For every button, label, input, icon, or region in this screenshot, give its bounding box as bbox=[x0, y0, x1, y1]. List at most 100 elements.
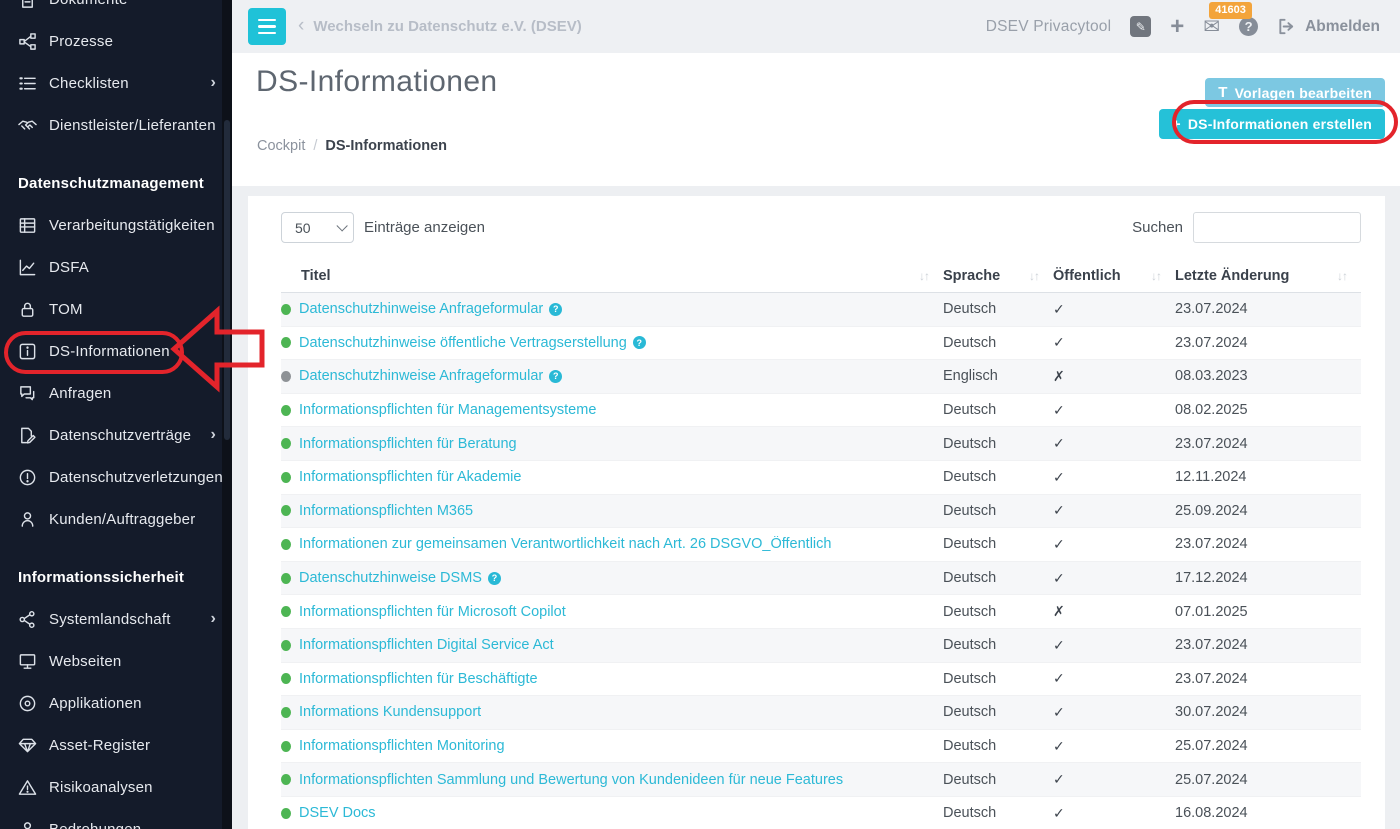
row-title-link[interactable]: Datenschutzhinweise DSMS bbox=[299, 570, 482, 586]
language-cell: Deutsch bbox=[943, 335, 1053, 351]
list-icon bbox=[18, 74, 37, 93]
sidebar-item-dokumente[interactable]: Dokumente bbox=[0, 0, 232, 20]
table-row: Datenschutzhinweise Anfrageformular?Deut… bbox=[281, 293, 1361, 327]
sidebar-item-dsfa[interactable]: DSFA bbox=[0, 246, 232, 288]
logout-button[interactable]: Abmelden bbox=[1277, 17, 1380, 36]
notification-badge: 41603 bbox=[1209, 2, 1252, 19]
row-title-link[interactable]: DSEV Docs bbox=[299, 805, 376, 821]
sidebar-item-anfragen[interactable]: Anfragen bbox=[0, 372, 232, 414]
table-row: Informationspflichten für AkademieDeutsc… bbox=[281, 461, 1361, 495]
file-signature-icon bbox=[18, 426, 37, 445]
sidebar-item-verarbeitungstätigkeiten[interactable]: Verarbeitungstätigkeiten bbox=[0, 204, 232, 246]
sidebar-item-label: Dokumente bbox=[49, 0, 128, 8]
sidebar-item-risikoanalysen[interactable]: Risikoanalysen bbox=[0, 766, 232, 808]
sidebar-item-asset-register[interactable]: Asset-Register bbox=[0, 724, 232, 766]
row-title-link[interactable]: Informationspflichten M365 bbox=[299, 503, 473, 519]
plus-icon[interactable]: + bbox=[1170, 15, 1184, 39]
row-title-link[interactable]: Informationspflichten Sammlung und Bewer… bbox=[299, 772, 843, 788]
sort-icon: ↓↑ bbox=[1337, 269, 1347, 283]
handshake-icon bbox=[18, 116, 37, 135]
help-icon[interactable]: ? bbox=[1239, 17, 1258, 36]
sidebar-item-applikationen[interactable]: Applikationen bbox=[0, 682, 232, 724]
status-dot-green bbox=[281, 673, 291, 684]
page-length-select[interactable]: 50 bbox=[281, 212, 354, 243]
status-dot-green bbox=[281, 774, 291, 785]
sidebar-item-datenschutzverträge[interactable]: Datenschutzverträge› bbox=[0, 414, 232, 456]
table-row: Informationspflichten für BeratungDeutsc… bbox=[281, 427, 1361, 461]
help-icon[interactable]: ? bbox=[488, 572, 501, 585]
column-header-öffentlich[interactable]: Öffentlich↓↑ bbox=[1053, 268, 1175, 284]
search-input[interactable] bbox=[1193, 212, 1361, 243]
sidebar-item-label: Dienstleister/Lieferanten bbox=[49, 117, 216, 134]
switch-client-label: Wechseln zu Datenschutz e.V. (DSEV) bbox=[313, 18, 581, 35]
sidebar-scrollbar-thumb[interactable] bbox=[224, 120, 230, 440]
table-row: Informationspflichten für Managementsyst… bbox=[281, 394, 1361, 428]
help-icon[interactable]: ? bbox=[633, 336, 646, 349]
last-modified-cell: 16.08.2024 bbox=[1175, 805, 1361, 821]
gem-icon bbox=[18, 736, 37, 755]
text-icon: T bbox=[1218, 84, 1227, 101]
row-title-link[interactable]: Informationspflichten Monitoring bbox=[299, 738, 505, 754]
sidebar-scrollbar[interactable] bbox=[222, 0, 232, 829]
table-header: Titel↓↑Sprache↓↑Öffentlich↓↑Letzte Änder… bbox=[281, 260, 1361, 293]
sidebar-item-label: Datenschutzverträge bbox=[49, 427, 191, 444]
sidebar-item-checklisten[interactable]: Checklisten› bbox=[0, 62, 232, 104]
row-title-link[interactable]: Datenschutzhinweise Anfrageformular bbox=[299, 301, 543, 317]
edit-icon[interactable]: ✎ bbox=[1130, 16, 1151, 37]
help-icon[interactable]: ? bbox=[549, 370, 562, 383]
column-header-sprache[interactable]: Sprache↓↑ bbox=[943, 268, 1053, 284]
row-title-link[interactable]: Informationspflichten Digital Service Ac… bbox=[299, 637, 554, 653]
sidebar-item-kunden-auftraggeber[interactable]: Kunden/Auftraggeber bbox=[0, 498, 232, 540]
row-title-link[interactable]: Informationspflichten für Managementsyst… bbox=[299, 402, 596, 418]
flow-icon bbox=[18, 32, 37, 51]
last-modified-cell: 17.12.2024 bbox=[1175, 570, 1361, 586]
row-title-link[interactable]: Informationen zur gemeinsamen Verantwort… bbox=[299, 536, 831, 552]
row-title-link[interactable]: Informations Kundensupport bbox=[299, 704, 481, 720]
sidebar-item-label: Verarbeitungstätigkeiten bbox=[49, 217, 215, 234]
last-modified-cell: 30.07.2024 bbox=[1175, 704, 1361, 720]
row-title-link[interactable]: Informationspflichten für Beratung bbox=[299, 436, 517, 452]
sidebar-item-datenschutzverletzungen[interactable]: Datenschutzverletzungen bbox=[0, 456, 232, 498]
breadcrumb-current: DS-Informationen bbox=[325, 138, 447, 154]
disc-icon bbox=[18, 694, 37, 713]
row-title-link[interactable]: Informationspflichten für Akademie bbox=[299, 469, 521, 485]
table-row: Informationspflichten Digital Service Ac… bbox=[281, 629, 1361, 663]
monitor-icon bbox=[18, 652, 37, 671]
sidebar-item-bedrohungen[interactable]: Bedrohungen bbox=[0, 808, 232, 829]
row-title-link[interactable]: Datenschutzhinweise Anfrageformular bbox=[299, 368, 543, 384]
hamburger-menu-button[interactable] bbox=[248, 8, 286, 45]
sidebar-item-systemlandschaft[interactable]: Systemlandschaft› bbox=[0, 598, 232, 640]
row-title-link[interactable]: Informationspflichten für Beschäftigte bbox=[299, 671, 538, 687]
sidebar-item-dienstleister-lieferanten[interactable]: Dienstleister/Lieferanten bbox=[0, 104, 232, 146]
column-label: Sprache bbox=[943, 268, 1000, 284]
app-name: DSEV Privacytool bbox=[986, 18, 1112, 36]
help-icon[interactable]: ? bbox=[549, 303, 562, 316]
sidebar-nav: Dokumente ProzesseChecklisten› Dienstleist… bbox=[0, 0, 232, 829]
sidebar-item-label: Systemlandschaft bbox=[49, 611, 171, 628]
public-check-icon: ✓ bbox=[1053, 771, 1175, 788]
sidebar-item-ds-informationen[interactable]: DS-Informationen bbox=[0, 330, 232, 372]
table-card: 50 Einträge anzeigen Suchen Titel↓↑Sprac… bbox=[248, 196, 1385, 829]
breadcrumb-cockpit[interactable]: Cockpit bbox=[257, 138, 305, 154]
status-dot-green bbox=[281, 304, 291, 315]
sidebar-item-prozesse[interactable]: Prozesse bbox=[0, 20, 232, 62]
chevron-left-icon: ‹ bbox=[298, 15, 304, 37]
status-dot-green bbox=[281, 505, 291, 516]
sidebar-item-webseiten[interactable]: Webseiten bbox=[0, 640, 232, 682]
create-ds-information-button[interactable]: + DS-Informationen erstellen bbox=[1159, 109, 1385, 139]
switch-client-link[interactable]: ‹ Wechseln zu Datenschutz e.V. (DSEV) bbox=[298, 0, 582, 53]
public-check-icon: ✓ bbox=[1053, 435, 1175, 452]
public-check-icon: ✓ bbox=[1053, 738, 1175, 755]
public-check-icon: ✓ bbox=[1053, 402, 1175, 419]
column-header-letzte-änderung[interactable]: Letzte Änderung↓↑ bbox=[1175, 268, 1361, 284]
edit-templates-button[interactable]: T Vorlagen bearbeiten bbox=[1205, 78, 1385, 107]
row-title-link[interactable]: Datenschutzhinweise öffentliche Vertrags… bbox=[299, 335, 627, 351]
row-title-link[interactable]: Informationspflichten für Microsoft Copi… bbox=[299, 604, 566, 620]
sidebar-item-tom[interactable]: TOM bbox=[0, 288, 232, 330]
status-dot-gray bbox=[281, 371, 291, 382]
column-label: Öffentlich bbox=[1053, 268, 1121, 284]
messages-button[interactable]: ✉ 41603 bbox=[1203, 14, 1220, 39]
content-area: 50 Einträge anzeigen Suchen Titel↓↑Sprac… bbox=[232, 186, 1400, 829]
last-modified-cell: 23.07.2024 bbox=[1175, 301, 1361, 317]
column-header-titel[interactable]: Titel↓↑ bbox=[281, 268, 943, 284]
